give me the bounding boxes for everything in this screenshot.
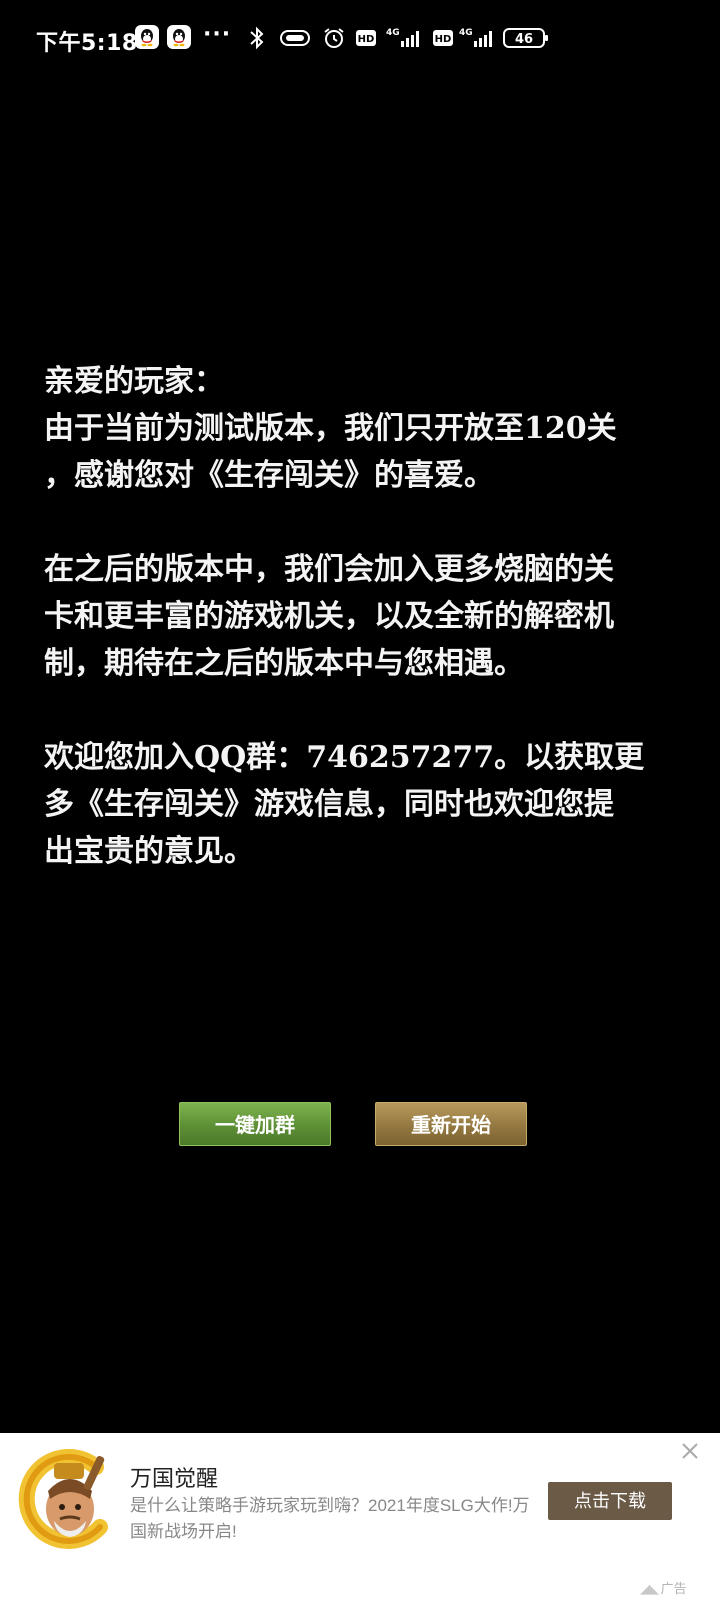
signal-icon: 4G [458, 26, 498, 50]
app-logo[interactable] [18, 1449, 118, 1549]
more-notifications-indicator: ··· [203, 22, 232, 47]
notice-paragraph: 欢迎您加入QQ群：746257277。以获取更 多《生存闯关》游戏信息，同时也欢… [44, 740, 645, 869]
battery-icon: 46 [503, 26, 549, 50]
restart-button[interactable]: 重新开始 [375, 1102, 527, 1146]
ad-network-icon: ◢◣ [640, 1581, 661, 1596]
status-bar: 下午5:18 ··· HD 4G HD 4G 46 [0, 0, 720, 80]
ad-label-text: 广告 [660, 1581, 687, 1596]
hd-icon: HD [355, 26, 377, 50]
ad-title[interactable]: 万国觉醒 [130, 1461, 218, 1493]
network-type-label: 4G [386, 28, 400, 38]
signal-icon: 4G [385, 26, 425, 50]
alarm-icon [322, 26, 346, 50]
notice-paragraph: 亲爱的玩家： 由于当前为测试版本，我们只开放至120关 ，感谢您对《生存闯关》的… [44, 364, 617, 493]
bluetooth-icon [248, 26, 266, 50]
game-notice: 亲爱的玩家： 由于当前为测试版本，我们只开放至120关 ，感谢您对《生存闯关》的… [44, 358, 674, 875]
download-button[interactable]: 点击下载 [548, 1482, 672, 1520]
hd-icon: HD [432, 26, 454, 50]
qq-icon [135, 25, 159, 49]
ad-description[interactable]: 是什么让策略手游玩家玩到嗨？2021年度SLG大作!万国新战场开启! [130, 1493, 540, 1545]
qq-icon [167, 25, 191, 49]
notice-paragraph: 在之后的版本中，我们会加入更多烧脑的关 卡和更丰富的游戏机关，以及全新的解密机 … [44, 552, 614, 681]
hd-label: HD [358, 34, 375, 45]
battery-level: 46 [515, 32, 533, 47]
ad-label: ◢◣ 广告 [640, 1578, 687, 1597]
ad-banner[interactable]: 万国觉醒 是什么让策略手游玩家玩到嗨？2021年度SLG大作!万国新战场开启! … [0, 1433, 720, 1600]
hd-label: HD [435, 34, 452, 45]
network-type-label: 4G [459, 28, 473, 38]
clock: 下午5:18 [36, 31, 138, 56]
vibrate-icon [278, 26, 312, 50]
join-group-button[interactable]: 一键加群 [179, 1102, 331, 1146]
close-icon[interactable] [680, 1441, 700, 1461]
